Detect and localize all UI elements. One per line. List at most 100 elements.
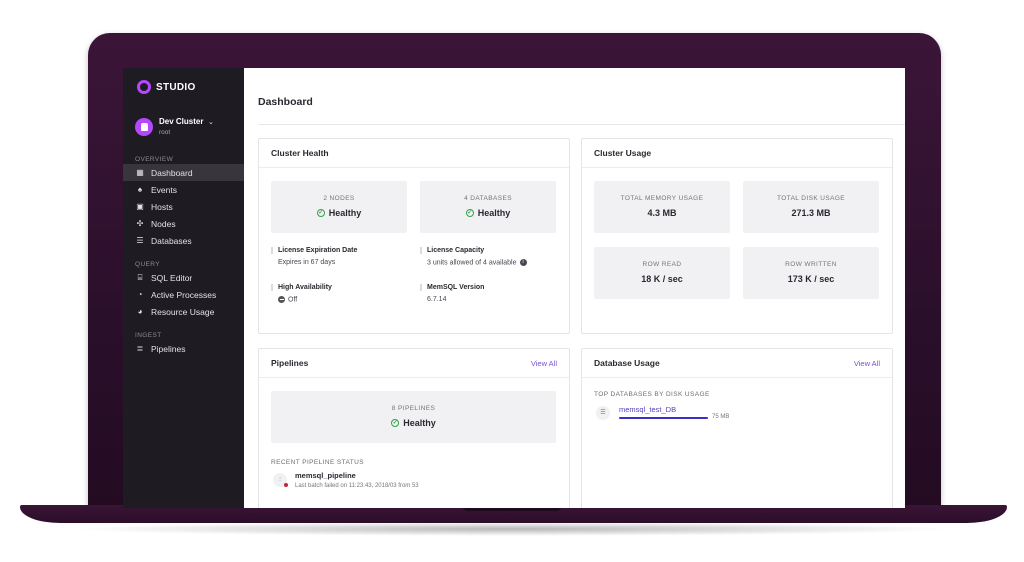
sidebar-item-hosts[interactable]: ▣ Hosts [123, 198, 244, 215]
cluster-avatar-icon [135, 118, 153, 136]
app-logo[interactable]: STUDIO [123, 68, 244, 94]
sidebar-item-label: Dashboard [151, 167, 193, 178]
logo-text: STUDIO [156, 81, 196, 93]
sidebar-item-active-processes[interactable]: ◔ Active Processes [123, 286, 244, 303]
license-capacity: License Capacity 3 units allowed of 4 av… [420, 247, 527, 267]
sidebar-item-nodes[interactable]: ✣ Nodes [123, 215, 244, 232]
cluster-selector[interactable]: Dev Cluster ⌄ root [135, 116, 244, 138]
pipeline-name[interactable]: memsql_pipeline [295, 471, 356, 480]
check-circle-icon: ✓ [391, 419, 400, 427]
card-title: Pipelines [271, 358, 309, 368]
laptop-shadow [70, 522, 955, 536]
info-key: MemSQL Version [420, 284, 484, 291]
info-key: License Expiration Date [271, 247, 357, 254]
bell-icon: ♠ [137, 185, 143, 194]
sidebar-item-label: Resource Usage [151, 306, 215, 317]
high-availability: High Availability Off [271, 284, 332, 304]
tile-label: ROW READ [642, 261, 682, 268]
row-written-tile[interactable]: ROW WRITTEN 173 K / sec [743, 247, 879, 299]
main-content: Dashboard Cluster Health 2 NODES ✓ Health… [244, 68, 905, 508]
sidebar-item-pipelines[interactable]: ≣ Pipelines [123, 340, 244, 357]
info-value: Off [288, 296, 298, 304]
memsql-version: MemSQL Version 6.7.14 [420, 284, 484, 303]
chevron-down-icon: ⌄ [207, 119, 214, 126]
tile-label: TOTAL MEMORY USAGE [620, 195, 704, 202]
host-icon: ▣ [136, 202, 144, 211]
processes-icon: ◔ [137, 290, 143, 299]
tile-value: 18 K / sec [641, 274, 683, 284]
pipelines-icon: ≣ [136, 344, 144, 353]
license-expiration: License Expiration Date Expires in 67 da… [271, 247, 357, 266]
databases-tile[interactable]: 4 DATABASES ✓ Healthy [420, 181, 556, 233]
database-icon: ☰ [596, 406, 610, 420]
info-icon[interactable]: i [519, 259, 527, 266]
info-key: High Availability [271, 284, 332, 291]
divider [258, 124, 905, 125]
sidebar-item-label: Databases [151, 235, 192, 246]
top-databases-label: TOP DATABASES BY DISK USAGE [594, 391, 710, 398]
card-title: Cluster Health [271, 148, 329, 158]
nodes-tile[interactable]: 2 NODES ✓ Healthy [271, 181, 407, 233]
check-circle-icon: ✓ [316, 209, 325, 217]
tile-value: 173 K / sec [787, 274, 835, 284]
tile-status: Healthy [477, 208, 511, 218]
logo-icon [137, 80, 151, 94]
database-icon: ☰ [136, 236, 144, 245]
dashboard-icon: ▦ [136, 168, 144, 177]
pipelines-view-all-link[interactable]: View All [531, 359, 557, 368]
sidebar-item-label: Nodes [151, 218, 176, 229]
resource-icon: ◕ [137, 307, 143, 316]
sidebar-item-label: SQL Editor [151, 272, 193, 283]
sidebar-item-label: Active Processes [151, 289, 217, 300]
sidebar-item-label: Events [151, 184, 177, 195]
sidebar: STUDIO Dev Cluster ⌄ root OVERVIEW ▦ Das… [123, 68, 244, 508]
database-name[interactable]: memsql_test_DB [619, 405, 676, 414]
memory-usage-tile[interactable]: TOTAL MEMORY USAGE 4.3 MB [594, 181, 730, 233]
sidebar-item-resource-usage[interactable]: ◕ Resource Usage [123, 303, 244, 320]
row-read-tile[interactable]: ROW READ 18 K / sec [594, 247, 730, 299]
info-key: License Capacity [420, 247, 527, 254]
pipelines-tile[interactable]: 8 PIPELINES ✓ Healthy [271, 391, 556, 443]
section-label-ingest: INGEST [135, 332, 162, 339]
tile-value: 271.3 MB [791, 208, 831, 218]
pipeline-detail: Last batch failed on 11:23:43, 2018/03 f… [295, 483, 419, 489]
tile-label: 8 PIPELINES [391, 405, 436, 412]
sidebar-item-sql-editor[interactable]: ⌸ SQL Editor [123, 269, 244, 286]
tile-value: 4.3 MB [647, 208, 677, 218]
database-size: 75 MB [712, 414, 730, 420]
cluster-health-card: Cluster Health 2 NODES ✓ Healthy 4 DATABA… [258, 138, 570, 334]
section-label-query: QUERY [135, 261, 160, 268]
sidebar-item-databases[interactable]: ☰ Databases [123, 232, 244, 249]
nodes-icon: ✣ [136, 219, 144, 228]
sidebar-item-dashboard[interactable]: ▦ Dashboard [123, 164, 244, 181]
off-icon [278, 296, 285, 303]
tile-label: TOTAL DISK USAGE [776, 195, 846, 202]
info-value: Expires in 67 days [278, 259, 336, 266]
card-title: Database Usage [594, 358, 660, 368]
card-title: Cluster Usage [594, 148, 652, 158]
tile-label: 4 DATABASES [464, 195, 512, 202]
disk-usage-tile[interactable]: TOTAL DISK USAGE 271.3 MB [743, 181, 879, 233]
app-screen: STUDIO Dev Cluster ⌄ root OVERVIEW ▦ Das… [123, 68, 905, 508]
recent-pipeline-status-label: RECENT PIPELINE STATUS [271, 459, 364, 466]
database-usage-bar [619, 417, 708, 419]
cluster-user: root [159, 129, 171, 136]
sidebar-item-label: Pipelines [151, 343, 186, 354]
sidebar-item-events[interactable]: ♠ Events [123, 181, 244, 198]
sql-editor-icon: ⌸ [137, 272, 143, 282]
error-status-icon [284, 483, 288, 487]
page-title: Dashboard [258, 96, 313, 108]
tile-label: 2 NODES [323, 195, 355, 202]
check-circle-icon: ✓ [465, 209, 474, 217]
sidebar-item-label: Hosts [151, 201, 173, 212]
pipelines-card: Pipelines View All 8 PIPELINES ✓ Healthy … [258, 348, 570, 508]
tile-status: Healthy [403, 418, 436, 428]
database-view-all-link[interactable]: View All [854, 359, 880, 368]
info-value: 6.7.14 [427, 296, 447, 303]
database-usage-card: Database Usage View All TOP DATABASES BY… [581, 348, 893, 508]
tile-status: Healthy [328, 208, 362, 218]
cluster-name: Dev Cluster [159, 117, 204, 126]
tile-label: ROW WRITTEN [785, 261, 837, 268]
info-value: 3 units allowed of 4 available [427, 259, 517, 267]
section-label-overview: OVERVIEW [135, 156, 174, 163]
